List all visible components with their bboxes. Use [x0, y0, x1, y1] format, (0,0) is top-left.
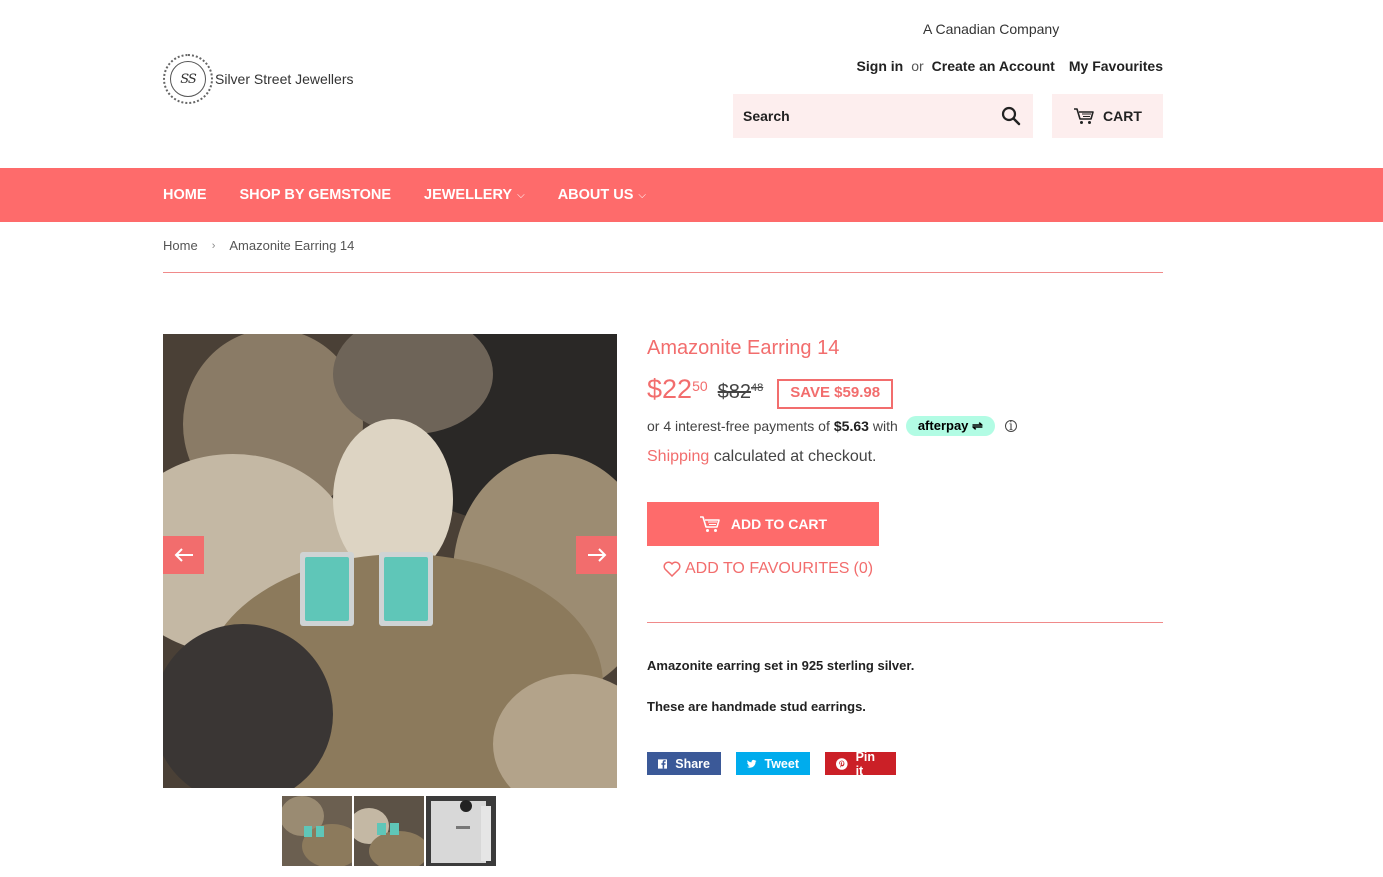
- breadcrumb-home[interactable]: Home: [163, 238, 198, 253]
- shipping-text: calculated at checkout.: [713, 448, 877, 465]
- product-title: Amazonite Earring 14: [647, 337, 840, 359]
- sale-price-dollars: $22: [647, 374, 693, 404]
- store-logo[interactable]: SS Silver Street Jewellers: [163, 54, 354, 104]
- afterpay-logo: afterpay ⇌: [905, 416, 995, 436]
- share-twitter-button[interactable]: Tweet: [736, 752, 810, 775]
- account-links-separator: or: [911, 58, 924, 74]
- logo-emblem: SS: [163, 54, 213, 104]
- my-favourites-link[interactable]: My Favourites: [1069, 58, 1163, 74]
- arrow-right-icon: [587, 548, 606, 562]
- heart-icon: [663, 561, 681, 577]
- afterpay-prefix: or 4 interest-free payments of: [647, 418, 830, 434]
- nav-item-label: HOME: [163, 187, 207, 203]
- header-tagline: A Canadian Company: [923, 21, 1060, 37]
- cart-icon: [699, 516, 720, 532]
- afterpay-message: or 4 interest-free payments of $5.63 wit…: [647, 416, 1017, 436]
- breadcrumb-current: Amazonite Earring 14: [229, 238, 355, 253]
- divider: [647, 622, 1163, 623]
- afterpay-brand: afterpay: [917, 418, 969, 433]
- gallery-thumbnail[interactable]: [282, 796, 352, 866]
- add-to-favourites-label: ADD TO FAVOURITES: [685, 560, 850, 577]
- search-input[interactable]: [743, 108, 999, 124]
- gallery-prev-button[interactable]: [163, 536, 204, 574]
- breadcrumb-separator: ›: [211, 239, 216, 252]
- divider: [163, 272, 1163, 273]
- save-badge: SAVE $59.98: [777, 379, 894, 409]
- nav-item-label: JEWELLERY: [424, 187, 513, 203]
- logo-text: Silver Street Jewellers: [215, 71, 354, 87]
- product-main-image[interactable]: [163, 334, 617, 788]
- share-facebook-button[interactable]: Share: [647, 752, 721, 775]
- gallery-thumbnail[interactable]: [354, 796, 424, 866]
- product-description-line: These are handmade stud earrings.: [647, 699, 866, 714]
- share-pinterest-label: Pin it: [855, 749, 876, 778]
- nav-item-about-us[interactable]: ABOUT US ⌵: [558, 187, 646, 203]
- compare-price-cents: 48: [751, 382, 764, 394]
- logo-monogram: SS: [180, 71, 197, 87]
- gallery-thumbnails: [282, 796, 496, 866]
- price-block: $22 50 $82 48 SAVE $59.98: [647, 374, 894, 409]
- compare-price-dollars: $82: [717, 381, 752, 403]
- add-to-cart-label: ADD TO CART: [730, 516, 828, 532]
- search-bar: [733, 94, 1033, 138]
- gallery-thumbnail[interactable]: [426, 796, 496, 866]
- pinterest-icon: [836, 757, 848, 770]
- add-to-cart-button[interactable]: ADD TO CART: [647, 502, 879, 546]
- cart-icon: [1074, 108, 1094, 124]
- facebook-icon: [658, 758, 668, 769]
- sale-price-cents: 50: [692, 378, 708, 394]
- sign-in-link[interactable]: Sign in: [857, 58, 904, 74]
- share-twitter-label: Tweet: [764, 756, 800, 771]
- cart-label: CART: [1103, 108, 1142, 124]
- info-icon[interactable]: i: [1004, 419, 1017, 433]
- favourites-count: (0): [853, 560, 874, 577]
- afterpay-amount: $5.63: [833, 418, 869, 434]
- share-facebook-label: Share: [675, 756, 710, 771]
- nav-item-home[interactable]: HOME: [163, 187, 207, 203]
- shipping-note: Shipping calculated at checkout.: [647, 448, 877, 466]
- chevron-down-icon: ⌵: [638, 189, 647, 201]
- share-pinterest-button[interactable]: Pin it: [825, 749, 896, 778]
- add-to-favourites-button[interactable]: ADD TO FAVOURITES (0): [663, 560, 873, 578]
- shipping-link[interactable]: Shipping: [647, 448, 709, 465]
- product-description-line: Amazonite earring set in 925 sterling si…: [647, 658, 915, 673]
- nav-item-shop-by-gemstone[interactable]: SHOP BY GEMSTONE: [240, 187, 392, 203]
- create-account-link[interactable]: Create an Account: [932, 58, 1055, 74]
- arrow-left-icon: [174, 548, 193, 562]
- account-links: Sign in or Create an Account My Favourit…: [857, 58, 1163, 74]
- twitter-icon: [747, 759, 757, 768]
- afterpay-with: with: [872, 418, 898, 434]
- search-icon: [1001, 106, 1021, 126]
- search-button[interactable]: [999, 104, 1023, 128]
- social-share: Share Tweet Pin it: [647, 749, 896, 778]
- nav-item-label: ABOUT US: [557, 187, 634, 203]
- cart-button[interactable]: CART: [1052, 94, 1163, 138]
- gallery-next-button[interactable]: [576, 536, 617, 574]
- breadcrumb: Home › Amazonite Earring 14: [163, 238, 354, 253]
- nav-item-label: SHOP BY GEMSTONE: [239, 187, 392, 203]
- main-nav: HOME SHOP BY GEMSTONE JEWELLERY ⌵ ABOUT U…: [0, 168, 1383, 222]
- nav-item-jewellery[interactable]: JEWELLERY ⌵: [424, 187, 525, 203]
- chevron-down-icon: ⌵: [517, 189, 525, 201]
